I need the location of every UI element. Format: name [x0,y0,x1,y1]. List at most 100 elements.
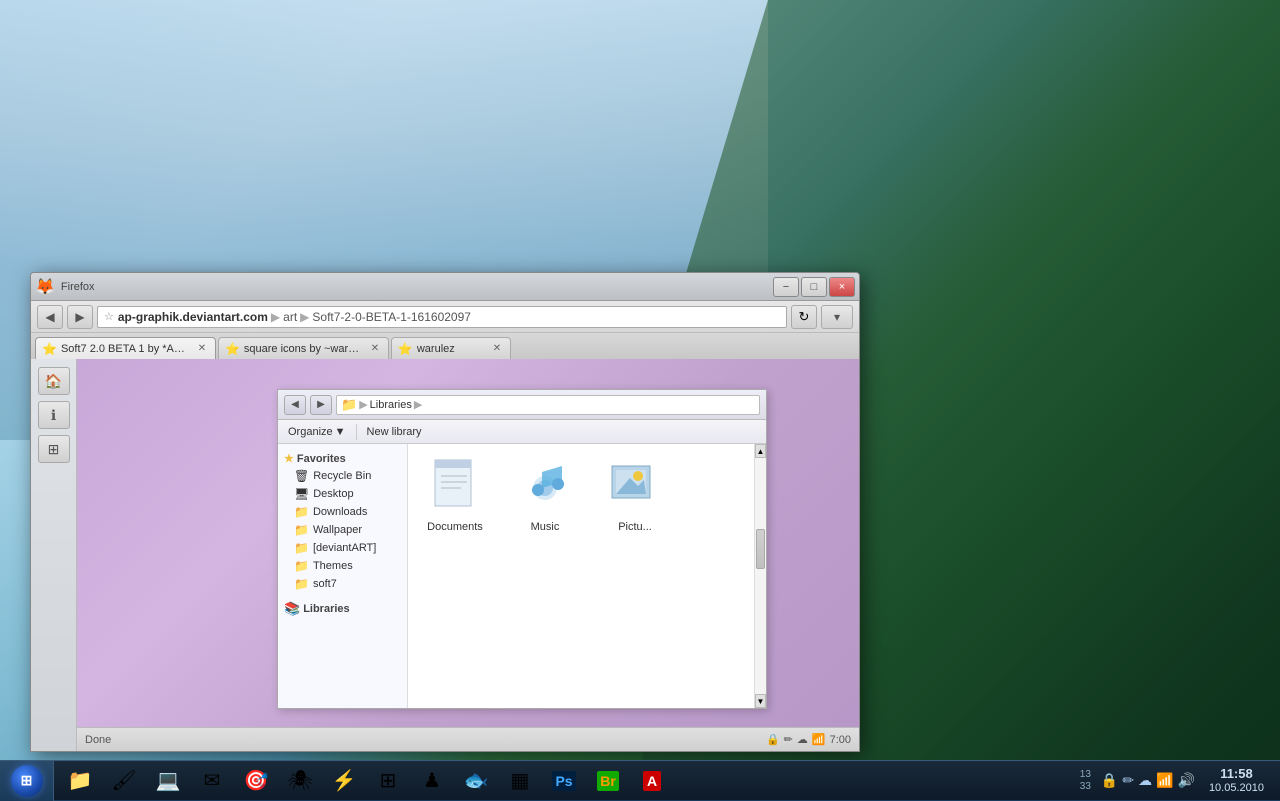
libraries-header[interactable]: 📚 Libraries [278,599,407,619]
minimize-button[interactable]: − [773,277,799,297]
wallpaper-label: Wallpaper [313,524,362,536]
browser-status-text: Done [85,734,111,746]
themes-label: Themes [313,560,353,572]
system-edit-icon[interactable]: ✏ [1122,772,1134,789]
tab3-close-button[interactable]: ✕ [490,342,504,356]
new-library-button[interactable]: New library [363,424,426,440]
security-icon: 🔒 [766,733,780,746]
clock[interactable]: 11:58 10.05.2010 [1201,764,1272,797]
taskbar-icon-windows[interactable]: ⊞ [367,763,409,799]
tab-square-icons[interactable]: ⭐ square icons by ~warulez ✕ [218,337,389,359]
taskbar-items: 📁 🖌 💻 ✉ 🎯 🕷 ⚡ ⊞ ♟ 🐟 ▦ Ps Br A [54,761,1068,800]
taskbar-icon-app6[interactable]: 🕷 [279,763,321,799]
paint-icon: 🖌 [111,768,136,793]
tab-soft7[interactable]: ⭐ Soft7 2.0 BETA 1 by *AP-GRAPHIK ✕ [35,337,216,359]
system-tray: 13 33 🔒 ✏ ☁ 📶 🔊 11:58 10.05.2010 [1068,761,1280,800]
explorer-back-button[interactable]: ◀ [284,395,306,415]
nav-item-themes[interactable]: 📁 Themes [278,557,407,575]
scroll-thumb[interactable] [756,529,765,569]
deviantart-folder-icon: 📁 [294,541,309,555]
refresh-button[interactable]: ↻ [791,305,817,329]
titlebar-controls: − □ × [773,277,855,297]
status-zoom: 7:00 [830,734,851,746]
start-button[interactable]: ⊞ [0,761,54,801]
wallpaper-folder-icon: 📁 [294,523,309,537]
taskbar-icon-lightning[interactable]: ⚡ [323,763,365,799]
menu-button[interactable]: ▾ [821,305,853,329]
recycle-bin-label: Recycle Bin [313,470,371,482]
forward-button[interactable]: ▶ [67,305,93,329]
folder-icon: 📁 [68,768,93,793]
scroll-up-button[interactable]: ▲ [755,444,766,458]
system-icons: 🔒 ✏ ☁ 📶 🔊 [1095,772,1201,789]
toolbar-divider [356,424,357,440]
taskbar-icon-fish[interactable]: 🐟 [455,763,497,799]
music-icon [518,456,572,517]
taskbar-icon-grid[interactable]: ▦ [499,763,541,799]
tab2-close-button[interactable]: ✕ [368,342,382,356]
address-bar[interactable]: ☆ ap-graphik.deviantart.com ▶ art ▶ Soft… [97,306,787,328]
explorer-forward-button[interactable]: ▶ [310,395,332,415]
libraries-label: Libraries [303,603,349,615]
explorer-path-arrow: ▶ [359,398,367,411]
back-button[interactable]: ◀ [37,305,63,329]
nav-item-desktop[interactable]: 🖥 Desktop [278,485,407,503]
system-lock-icon[interactable]: 🔒 [1101,772,1118,789]
system-volume-icon[interactable]: 🔊 [1178,772,1195,789]
nav-item-deviantart[interactable]: 📁 [deviantART] [278,539,407,557]
explorer-address-bar[interactable]: 📁 ▶ Libraries ▶ [336,395,760,415]
tab3-favicon-icon: ⭐ [398,342,413,356]
system-network-icon[interactable]: ☁ [1138,772,1152,789]
library-item-documents[interactable]: Documents [420,456,490,696]
taskbar-icon-paint[interactable]: 🖌 [103,763,145,799]
library-item-pictures[interactable]: Pictu... [600,456,670,696]
address-path2-text: Soft7-2-0-BETA-1-161602097 [312,310,471,324]
music-label: Music [531,521,560,533]
sidebar-info-button[interactable]: ℹ [38,401,70,429]
sidebar-grid-button[interactable]: ⊞ [38,435,70,463]
documents-label: Documents [427,521,483,533]
maximize-button[interactable]: □ [801,277,827,297]
sidebar-home-button[interactable]: 🏠 [38,367,70,395]
system-signal-icon[interactable]: 📶 [1156,772,1173,789]
taskbar: ⊞ 📁 🖌 💻 ✉ 🎯 🕷 ⚡ ⊞ ♟ 🐟 ▦ Ps Br A 13 33 [0,760,1280,800]
tab-warulez[interactable]: ⭐ warulez ✕ [391,337,511,359]
desktop-label: Desktop [313,488,353,500]
nav-item-soft7[interactable]: 📁 soft7 [278,575,407,593]
nav-item-recycle-bin[interactable]: 🗑 Recycle Bin [278,467,407,485]
scroll-down-button[interactable]: ▼ [755,694,766,708]
organize-arrow-icon: ▼ [335,426,346,438]
grid-icon: ▦ [511,768,530,793]
taskbar-icon-steam[interactable]: ♟ [411,763,453,799]
acrobat-icon: A [643,771,661,791]
star-icon: ★ [284,452,294,465]
deviantart-label: [deviantART] [313,542,376,554]
address-separator: ▶ [271,310,280,324]
nav-item-downloads[interactable]: 📁 Downloads [278,503,407,521]
organize-button[interactable]: Organize ▼ [284,424,350,440]
nav-item-wallpaper[interactable]: 📁 Wallpaper [278,521,407,539]
browser-navbar: ◀ ▶ ☆ ap-graphik.deviantart.com ▶ art ▶ … [31,301,859,333]
themes-folder-icon: 📁 [294,559,309,573]
browser-titlebar: 🦊 Firefox − □ × [31,273,859,301]
cloud-icon: ☁ [797,733,808,746]
pictures-icon [608,456,662,517]
taskbar-icon-acrobat[interactable]: A [631,763,673,799]
browser-tabs: ⭐ Soft7 2.0 BETA 1 by *AP-GRAPHIK ✕ ⭐ sq… [31,333,859,359]
tab1-label: Soft7 2.0 BETA 1 by *AP-GRAPHIK [61,343,191,355]
favorites-header[interactable]: ★ Favorites [278,450,407,467]
terminal-icon: 💻 [156,768,181,793]
tab1-close-button[interactable]: ✕ [195,342,209,356]
close-button[interactable]: × [829,277,855,297]
taskbar-icon-mail[interactable]: ✉ [191,763,233,799]
taskbar-icon-br[interactable]: Br [587,763,629,799]
pictures-label: Pictu... [618,521,652,533]
explorer-main-content: Documents Mus [408,444,754,708]
explorer-scrollbar[interactable]: ▲ ▼ [754,444,766,708]
taskbar-icon-ps[interactable]: Ps [543,763,585,799]
taskbar-icon-target[interactable]: 🎯 [235,763,277,799]
taskbar-icon-terminal[interactable]: 💻 [147,763,189,799]
library-item-music[interactable]: Music [510,456,580,696]
taskbar-icon-folder[interactable]: 📁 [59,763,101,799]
windows-logo-icon: ⊞ [21,772,33,789]
